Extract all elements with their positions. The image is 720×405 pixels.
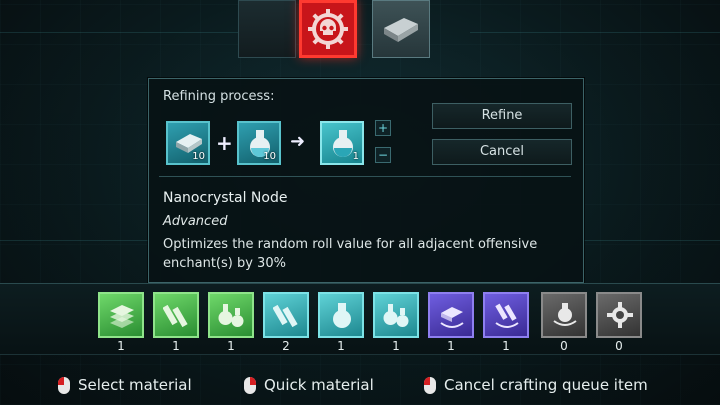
hint-quick-material: Quick material [244, 376, 374, 394]
skull-gear-icon [302, 3, 354, 55]
tab-skull-gear[interactable] [299, 0, 357, 58]
bg-circuit-line [0, 240, 148, 241]
arrow-symbol: ➜ [290, 131, 306, 152]
hint-select-material: Select material [58, 376, 192, 394]
refining-panel: Refining process: 10 + 10 ➜ 1 + − Refine… [148, 78, 584, 283]
material-slot[interactable] [428, 292, 474, 338]
bolts-icon [162, 301, 191, 329]
bg-circuit-line [584, 240, 720, 241]
input-qty: 10 [263, 151, 276, 162]
material-slot[interactable] [483, 292, 529, 338]
bg-circuit-line [0, 32, 240, 33]
tab-blank[interactable] [238, 0, 296, 58]
hint-label: Quick material [264, 376, 374, 394]
material-count: 1 [392, 339, 400, 353]
panel-title: Refining process: [163, 89, 275, 104]
item-tier: Advanced [163, 214, 228, 229]
refine-button[interactable]: Refine [432, 103, 572, 129]
flasks-icon [383, 301, 411, 329]
cancel-button[interactable]: Cancel [432, 139, 572, 165]
hint-label: Cancel crafting queue item [444, 376, 648, 394]
output-qty: 1 [352, 151, 359, 162]
material-slot[interactable] [318, 292, 364, 338]
mouse-left-icon [424, 376, 436, 394]
mouse-left-icon [58, 376, 70, 394]
input-slot-ingot[interactable]: 10 [166, 121, 210, 165]
hint-label: Select material [78, 376, 192, 394]
material-count: 1 [117, 339, 125, 353]
material-slot[interactable] [98, 292, 144, 338]
ingot-wreath-icon [438, 301, 466, 329]
plus-symbol: + [216, 131, 233, 155]
material-slot[interactable] [208, 292, 254, 338]
bolts-wreath-icon [493, 301, 521, 329]
material-count: 0 [560, 339, 568, 353]
material-count: 1 [447, 339, 455, 353]
gear-emblem-icon [606, 301, 634, 329]
mouse-right-icon [244, 376, 256, 394]
bg-circuit-line [470, 32, 720, 33]
material-slot[interactable] [263, 292, 309, 338]
hint-cancel-queue: Cancel crafting queue item [424, 376, 648, 394]
material-count: 1 [172, 339, 180, 353]
material-slot[interactable] [596, 292, 642, 338]
material-slot[interactable] [153, 292, 199, 338]
flask-wreath-icon [551, 301, 579, 329]
panel-divider [159, 176, 571, 177]
tab-ingot[interactable] [372, 0, 430, 58]
material-count: 2 [282, 339, 290, 353]
ingot-stack-icon [108, 301, 136, 329]
material-slot[interactable] [541, 292, 587, 338]
item-description: Optimizes the random roll value for all … [163, 237, 538, 271]
input-qty: 10 [192, 151, 205, 162]
bolts-icon [272, 301, 301, 329]
flasks-icon [218, 301, 246, 329]
material-count: 0 [615, 339, 623, 353]
material-slot[interactable] [373, 292, 419, 338]
ingot-icon [373, 1, 429, 57]
item-name: Nanocrystal Node [163, 190, 288, 206]
flask-icon [328, 301, 356, 329]
material-count: 1 [502, 339, 510, 353]
material-count: 1 [337, 339, 345, 353]
material-count: 1 [227, 339, 235, 353]
input-slot-flask[interactable]: 10 [237, 121, 281, 165]
output-slot[interactable]: 1 [320, 121, 364, 165]
decrement-button[interactable]: − [375, 147, 391, 163]
increment-button[interactable]: + [375, 120, 391, 136]
